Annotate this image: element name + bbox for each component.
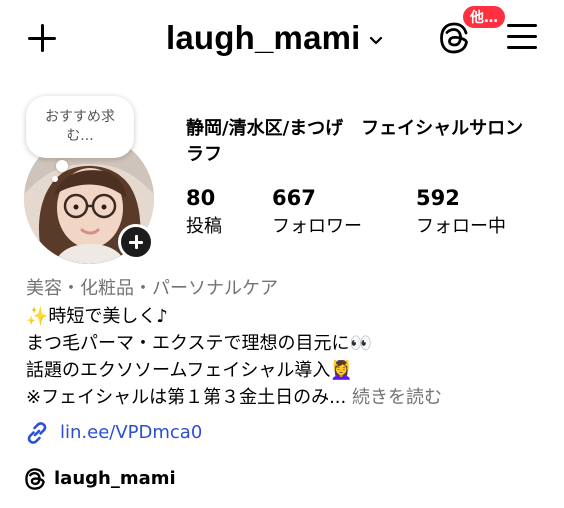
stat-value: 80 bbox=[186, 186, 216, 210]
stat-label: 投稿 bbox=[186, 216, 222, 237]
chevron-down-icon bbox=[369, 36, 382, 45]
profile-category: 美容・化粧品・パーソナルケア bbox=[26, 278, 278, 299]
account-switcher[interactable]: laugh_mami bbox=[166, 14, 383, 62]
note-bubble[interactable]: おすすめ求む... bbox=[26, 96, 134, 158]
notification-badge[interactable]: 他… bbox=[461, 4, 507, 30]
bio-line: まつ毛パーマ・エクステで理想の目元に👀 bbox=[26, 331, 372, 357]
bio-text: ※フェイシャルは第１第３金土日のみ... bbox=[26, 387, 347, 408]
face-massage-emoji: 💆‍♀️ bbox=[330, 360, 353, 381]
stat-label: フォロー中 bbox=[416, 216, 506, 237]
bio-line: 話題のエクソソームフェイシャル導入💆‍♀️ bbox=[26, 358, 353, 384]
bio-line: ※フェイシャルは第１第３金土日のみ... 続きを読む bbox=[26, 385, 442, 411]
sparkles-emoji: ✨ bbox=[26, 306, 49, 327]
stat-following[interactable]: 592 フォロー中 bbox=[416, 184, 506, 240]
bio-text: 時短で美しく♪ bbox=[48, 306, 168, 327]
bio-line: ✨時短で美しく♪ bbox=[26, 304, 168, 330]
plus-icon[interactable] bbox=[22, 18, 62, 58]
username-title: laugh_mami bbox=[166, 19, 361, 56]
stat-followers[interactable]: 667 フォロワー bbox=[272, 184, 362, 240]
hamburger-menu-icon[interactable] bbox=[505, 20, 539, 54]
eyes-emoji: 👀 bbox=[349, 333, 372, 354]
stat-posts[interactable]: 80 投稿 bbox=[186, 184, 222, 240]
note-text: おすすめ求む... bbox=[45, 109, 115, 144]
add-story-icon[interactable] bbox=[118, 224, 154, 260]
stat-value: 667 bbox=[272, 186, 316, 210]
profile-display-name: 静岡/清水区/まつげ フェイシャルサロン ラフ bbox=[186, 118, 542, 165]
threads-icon bbox=[25, 468, 45, 490]
bio-text: 話題のエクソソームフェイシャル導入 bbox=[26, 360, 331, 381]
threads-handle: laugh_mami bbox=[54, 468, 176, 489]
external-link[interactable]: lin.ee/VPDmca0 bbox=[24, 420, 202, 446]
read-more-link[interactable]: 続きを読む bbox=[352, 387, 442, 408]
stat-label: フォロワー bbox=[272, 216, 362, 237]
link-text[interactable]: lin.ee/VPDmca0 bbox=[60, 420, 202, 446]
note-bubble-tail-small bbox=[52, 176, 58, 182]
bio-text: まつ毛パーマ・エクステで理想の目元に bbox=[26, 333, 350, 354]
note-bubble-tail bbox=[56, 160, 68, 172]
threads-profile-link[interactable]: laugh_mami bbox=[24, 466, 176, 492]
link-icon bbox=[27, 422, 47, 444]
stat-value: 592 bbox=[416, 186, 460, 210]
